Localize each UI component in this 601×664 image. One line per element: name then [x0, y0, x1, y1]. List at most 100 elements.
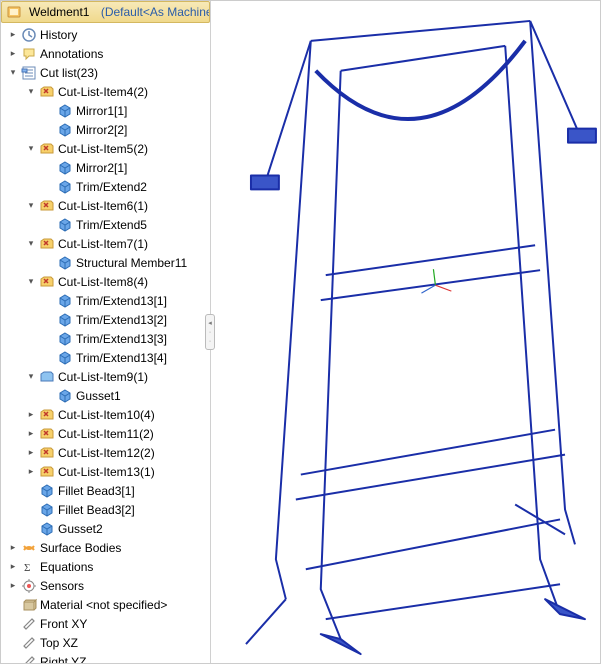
- collapse-toggle[interactable]: ▾: [25, 238, 37, 250]
- tree-node[interactable]: ▸Mirror1[1]: [1, 101, 210, 120]
- tree-node[interactable]: ▸ Surface Bodies: [1, 538, 210, 557]
- expand-toggle[interactable]: ▸: [7, 580, 19, 592]
- tree-node[interactable]: ▸Fillet Bead3[2]: [1, 500, 210, 519]
- tree-node[interactable]: ▸Gusset1: [1, 386, 210, 405]
- config-header[interactable]: Weldment1 (Default<As Machined><: [1, 1, 210, 23]
- tree-node-label: Cut-List-Item10(4): [58, 408, 155, 422]
- tree-node[interactable]: ▾ Cut-List-Item4(2): [1, 82, 210, 101]
- expand-toggle[interactable]: ▸: [25, 466, 37, 478]
- body-icon: [39, 521, 55, 537]
- cutfolder-icon: [39, 407, 55, 423]
- collapse-toggle[interactable]: ▾: [7, 67, 19, 79]
- tree-node[interactable]: ▸Mirror2[1]: [1, 158, 210, 177]
- body-icon: [57, 350, 73, 366]
- body-icon: [39, 502, 55, 518]
- sensors-icon: [21, 578, 37, 594]
- annotations-icon: [21, 46, 37, 62]
- tree-node[interactable]: ▸Top XZ: [1, 633, 210, 652]
- tree-node[interactable]: ▾Cut-List-Item7(1): [1, 234, 210, 253]
- body-icon: [57, 255, 73, 271]
- tree-node[interactable]: ▸Gusset2: [1, 519, 210, 538]
- folder-icon: [39, 369, 55, 385]
- tree-node[interactable]: ▸ History: [1, 25, 210, 44]
- tree-node[interactable]: ▸Trim/Extend5: [1, 215, 210, 234]
- collapse-toggle[interactable]: ▾: [25, 371, 37, 383]
- cutfolder-icon: [39, 141, 55, 157]
- tree-node-label: Cut-List-Item12(2): [58, 446, 155, 460]
- tree-node-label: Cut-List-Item11(2): [58, 427, 154, 441]
- tree-node-label: Gusset1: [76, 389, 121, 403]
- tree-node-label: Fillet Bead3[2]: [58, 503, 135, 517]
- plane-icon: [21, 616, 37, 632]
- expand-toggle[interactable]: ▸: [7, 542, 19, 554]
- body-icon: [57, 293, 73, 309]
- tree-node[interactable]: ▸Material <not specified>: [1, 595, 210, 614]
- tree-node[interactable]: ▸Sensors: [1, 576, 210, 595]
- tree-node[interactable]: ▸ Cut-List-Item11(2): [1, 424, 210, 443]
- weldment-frame-render: [211, 1, 600, 663]
- expand-toggle[interactable]: ▸: [25, 409, 37, 421]
- tree-node[interactable]: ▸Cut-List-Item13(1): [1, 462, 210, 481]
- tree-node[interactable]: ▾Cut-List-Item6(1): [1, 196, 210, 215]
- tree-node[interactable]: ▸ Cut-List-Item12(2): [1, 443, 210, 462]
- body-icon: [57, 122, 73, 138]
- tree-node-label: Front XY: [40, 617, 87, 631]
- tree-node-label: Equations: [40, 560, 93, 574]
- tree-node[interactable]: ▸Front XY: [1, 614, 210, 633]
- collapse-toggle[interactable]: ▾: [25, 143, 37, 155]
- tree-node[interactable]: ▾Cut-List-Item9(1): [1, 367, 210, 386]
- tree-node[interactable]: ▸Trim/Extend13[4]: [1, 348, 210, 367]
- cutfolder-icon: [39, 236, 55, 252]
- tree-node[interactable]: ▸Fillet Bead3[1]: [1, 481, 210, 500]
- body-icon: [57, 103, 73, 119]
- tree-node[interactable]: ▸Trim/Extend13[2]: [1, 310, 210, 329]
- expand-toggle[interactable]: ▸: [25, 428, 37, 440]
- tree-node-label: Annotations: [40, 47, 103, 61]
- tree-node-label: Right YZ: [40, 655, 86, 664]
- expand-toggle[interactable]: ▸: [25, 447, 37, 459]
- tree-node[interactable]: ▸Mirror2[2]: [1, 120, 210, 139]
- part-icon: [6, 4, 22, 20]
- tree-node[interactable]: ▸ Cut-List-Item10(4): [1, 405, 210, 424]
- tree-node-label: Mirror2[1]: [76, 161, 127, 175]
- equations-icon: Σ: [21, 559, 37, 575]
- tree-node-label: Trim/Extend13[4]: [76, 351, 167, 365]
- tree-node-label: Cut-List-Item4(2): [58, 85, 148, 99]
- tree-node[interactable]: ▸Trim/Extend13[1]: [1, 291, 210, 310]
- cutfolder-icon: [39, 445, 55, 461]
- tree-node[interactable]: ▾Cut-List-Item8(4): [1, 272, 210, 291]
- tree-node-label: Gusset2: [58, 522, 103, 536]
- header-title: Weldment1: [29, 5, 89, 19]
- tree-node-label: History: [40, 28, 77, 42]
- collapse-toggle[interactable]: ▾: [25, 276, 37, 288]
- collapse-toggle[interactable]: ▾: [25, 86, 37, 98]
- body-icon: [57, 160, 73, 176]
- tree-node-label: Mirror2[2]: [76, 123, 127, 137]
- tree-node-label: Trim/Extend13[3]: [76, 332, 167, 346]
- tree-node[interactable]: ▾ Cut list(23): [1, 63, 210, 82]
- feature-tree[interactable]: ▸History▸Annotations▾Cut list(23)▾Cut-Li…: [1, 23, 210, 663]
- tree-node[interactable]: ▾ Cut-List-Item5(2): [1, 139, 210, 158]
- collapse-toggle[interactable]: ▾: [25, 200, 37, 212]
- cutfolder-icon: [39, 84, 55, 100]
- tree-node[interactable]: ▸Right YZ: [1, 652, 210, 663]
- tree-node[interactable]: ▸Trim/Extend13[3]: [1, 329, 210, 348]
- expand-toggle[interactable]: ▸: [7, 561, 19, 573]
- tree-node-label: Trim/Extend13[1]: [76, 294, 167, 308]
- body-icon: [57, 217, 73, 233]
- tree-node[interactable]: ▸ Annotations: [1, 44, 210, 63]
- expand-toggle[interactable]: ▸: [7, 29, 19, 41]
- tree-node-label: Surface Bodies: [40, 541, 121, 555]
- tree-node[interactable]: ▸Structural Member11: [1, 253, 210, 272]
- splitter-handle[interactable]: ◂··: [205, 314, 215, 350]
- tree-node[interactable]: ▸Trim/Extend2: [1, 177, 210, 196]
- tree-node-label: Cut-List-Item5(2): [58, 142, 148, 156]
- svg-text:Σ: Σ: [24, 562, 30, 574]
- tree-node-label: Cut list(23): [40, 66, 98, 80]
- expand-toggle[interactable]: ▸: [7, 48, 19, 60]
- plane-icon: [21, 654, 37, 664]
- tree-node[interactable]: ▸ Σ Equations: [1, 557, 210, 576]
- body-icon: [57, 179, 73, 195]
- graphics-viewport[interactable]: ◂··: [211, 1, 600, 663]
- cutfolder-icon: [39, 198, 55, 214]
